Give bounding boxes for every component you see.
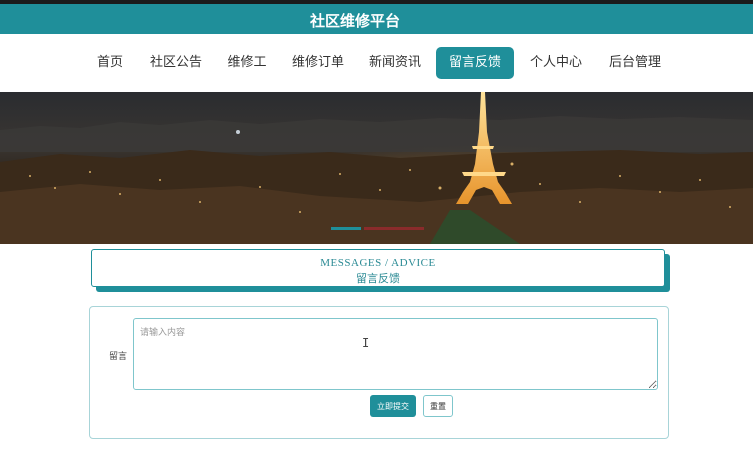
section-title-box: MESSAGES / ADVICE 留言反馈 [91, 249, 665, 287]
submit-button[interactable]: 立即提交 [370, 395, 416, 417]
text-cursor-icon: I [362, 336, 370, 350]
nav-item-news[interactable]: 新闻资讯 [363, 47, 427, 79]
banner-image-paris-night [0, 92, 753, 244]
nav-item-repair-orders[interactable]: 维修订单 [286, 47, 350, 79]
section-title-en: MESSAGES / ADVICE [320, 257, 436, 269]
message-textarea[interactable] [133, 318, 658, 390]
site-title: 社区维修平台 [309, 12, 400, 30]
section-title-cn: 留言反馈 [356, 272, 400, 285]
banner-carousel[interactable] [0, 92, 753, 244]
carousel-indicator-active [331, 227, 361, 230]
reset-button[interactable]: 重置 [423, 395, 453, 417]
main-nav: 首页 社区公告 维修工 维修订单 新闻资讯 留言反馈 个人中心 后台管理 [0, 34, 753, 92]
nav-item-announcements[interactable]: 社区公告 [145, 47, 207, 79]
nav-item-home[interactable]: 首页 [86, 47, 134, 79]
nav-item-feedback[interactable]: 留言反馈 [436, 47, 514, 79]
nav-item-admin[interactable]: 后台管理 [603, 47, 667, 79]
nav-item-profile[interactable]: 个人中心 [525, 47, 587, 79]
nav-item-repairmen[interactable]: 维修工 [221, 47, 273, 79]
feedback-form: 留言 I 立即提交 重置 [89, 306, 669, 439]
carousel-indicator [364, 227, 424, 230]
top-header-bar: 社区维修平台 [0, 0, 753, 34]
message-label: 留言 [109, 352, 128, 362]
